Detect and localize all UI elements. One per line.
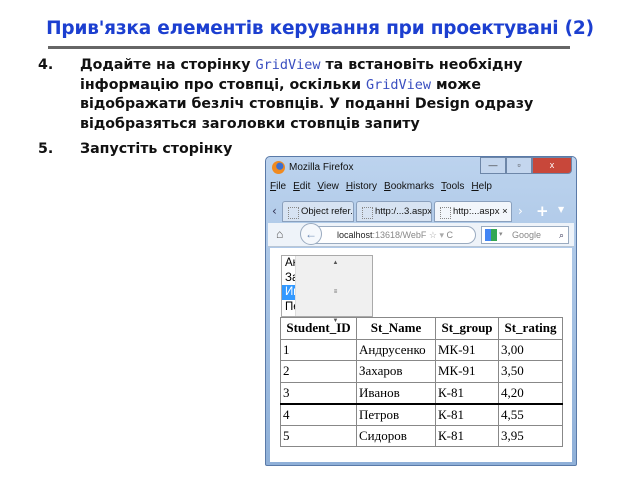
minimize-button[interactable]: — [480, 157, 506, 174]
table-cell: МК-91 [435, 338, 499, 361]
table-cell: МК-91 [435, 360, 499, 383]
table-cell: Петров [356, 402, 436, 426]
table-cell: 3,00 [498, 338, 563, 361]
tab-list-icon[interactable]: ▼ [558, 205, 564, 214]
google-logo-icon [485, 229, 497, 241]
menu-help[interactable]: Help [471, 181, 492, 199]
listbox-scrollbar[interactable]: ▲ ≡ ▼ [295, 256, 372, 324]
tab-scroll-right-icon[interactable]: › [518, 204, 523, 218]
item-number: 4. [38, 57, 54, 73]
menu-view[interactable]: View [317, 181, 339, 199]
window-title: Mozilla Firefox [289, 162, 354, 173]
table-cell: Сидоров [356, 424, 436, 447]
search-input[interactable]: ▾ Google ⌕ [481, 226, 569, 244]
close-button[interactable]: x [532, 157, 572, 174]
search-icon[interactable]: ⌕ [559, 227, 564, 243]
table-row: 1 Андрусенко МК-91 3,00 [280, 338, 563, 361]
table-cell: 4,55 [498, 402, 563, 426]
students-gridview: Student_ID St_Name St_group St_rating 1А… [280, 317, 563, 447]
table-cell: Захаров [356, 360, 436, 383]
maximize-button[interactable]: ▫ [506, 157, 532, 174]
reload-icon[interactable]: C [447, 230, 454, 240]
table-cell: 1 [280, 338, 357, 361]
tab-label: http:...aspx [453, 206, 500, 217]
table-cell: К-81 [435, 381, 499, 404]
tab-scroll-left-icon[interactable]: ‹ [272, 204, 277, 218]
column-header: St_group [435, 317, 499, 340]
table-cell: Андрусенко [356, 338, 436, 361]
table-cell: 3,50 [498, 360, 563, 383]
url-host: localhost [337, 230, 373, 240]
home-icon[interactable]: ⌂ [276, 227, 283, 241]
slide-title: Прив'язка елементів керування при проект… [46, 18, 594, 39]
table-row: 5 Сидоров К-81 3,95 [280, 424, 563, 447]
menu-file[interactable]: File [270, 181, 286, 199]
menu-history[interactable]: History [346, 181, 377, 199]
back-button[interactable]: ← [300, 223, 322, 245]
table-cell: 2 [280, 360, 357, 383]
tab-close-icon[interactable]: × [502, 206, 508, 217]
table-cell: К-81 [435, 402, 499, 426]
bookmark-star-icon[interactable]: ☆ ▾ [429, 230, 444, 240]
text-part: Додайте на сторінку [80, 57, 256, 73]
navigation-bar: ⌂ localhost:13618/WebF ☆ ▾ C ← ▾ Google ⌕ [268, 223, 574, 247]
table-cell: Иванов [356, 381, 436, 404]
page-content: Андрусенко Захаров Иванов Петров ▲≡▼ Stu… [270, 248, 572, 462]
menu-edit[interactable]: Edit [293, 181, 310, 199]
browser-window: Mozilla Firefox — ▫ x File Edit View His… [265, 156, 577, 466]
menu-tools[interactable]: Tools [441, 181, 464, 199]
table-row: 2 Захаров МК-91 3,50 [280, 360, 563, 383]
column-header: St_Name [356, 317, 436, 340]
new-tab-button[interactable]: + [536, 202, 549, 220]
item-number: 5. [38, 141, 54, 157]
table-cell: 3,95 [498, 424, 563, 447]
tab-strip: ‹ Object refer... http:/...3.aspx http:.… [270, 201, 572, 223]
menu-bar: File Edit View History Bookmarks Tools H… [270, 181, 492, 199]
item-text: Додайте на сторінку GridView та встанові… [80, 56, 590, 134]
title-bar: Mozilla Firefox — ▫ x [266, 157, 576, 179]
code-term: GridView [255, 57, 321, 73]
menu-bookmarks[interactable]: Bookmarks [384, 181, 434, 199]
tab-aspx-3[interactable]: http:/...3.aspx [356, 201, 432, 222]
search-engine-dropdown-icon[interactable]: ▾ [499, 227, 503, 243]
search-placeholder: Google [512, 230, 542, 240]
column-header: Student_ID [280, 317, 357, 340]
tab-active[interactable]: http:...aspx × [434, 201, 512, 222]
table-cell: 4 [280, 402, 357, 426]
students-listbox[interactable]: Андрусенко Захаров Иванов Петров ▲≡▼ [281, 255, 373, 324]
title-divider [48, 46, 570, 49]
table-cell: 5 [280, 424, 357, 447]
column-header: St_rating [498, 317, 563, 340]
table-cell: 3 [280, 381, 357, 404]
table-row: 4 Петров К-81 4,55 [280, 402, 563, 426]
table-cell: К-81 [435, 424, 499, 447]
url-path: :13618/WebF [372, 230, 427, 240]
url-bar[interactable]: localhost:13618/WebF ☆ ▾ C [306, 226, 476, 244]
tab-object-reference[interactable]: Object refer... [282, 201, 354, 222]
table-cell: 4,20 [498, 381, 563, 404]
table-row: 3 Иванов К-81 4,20 [280, 381, 563, 404]
firefox-logo-icon [272, 161, 285, 174]
code-term: GridView [365, 76, 431, 93]
